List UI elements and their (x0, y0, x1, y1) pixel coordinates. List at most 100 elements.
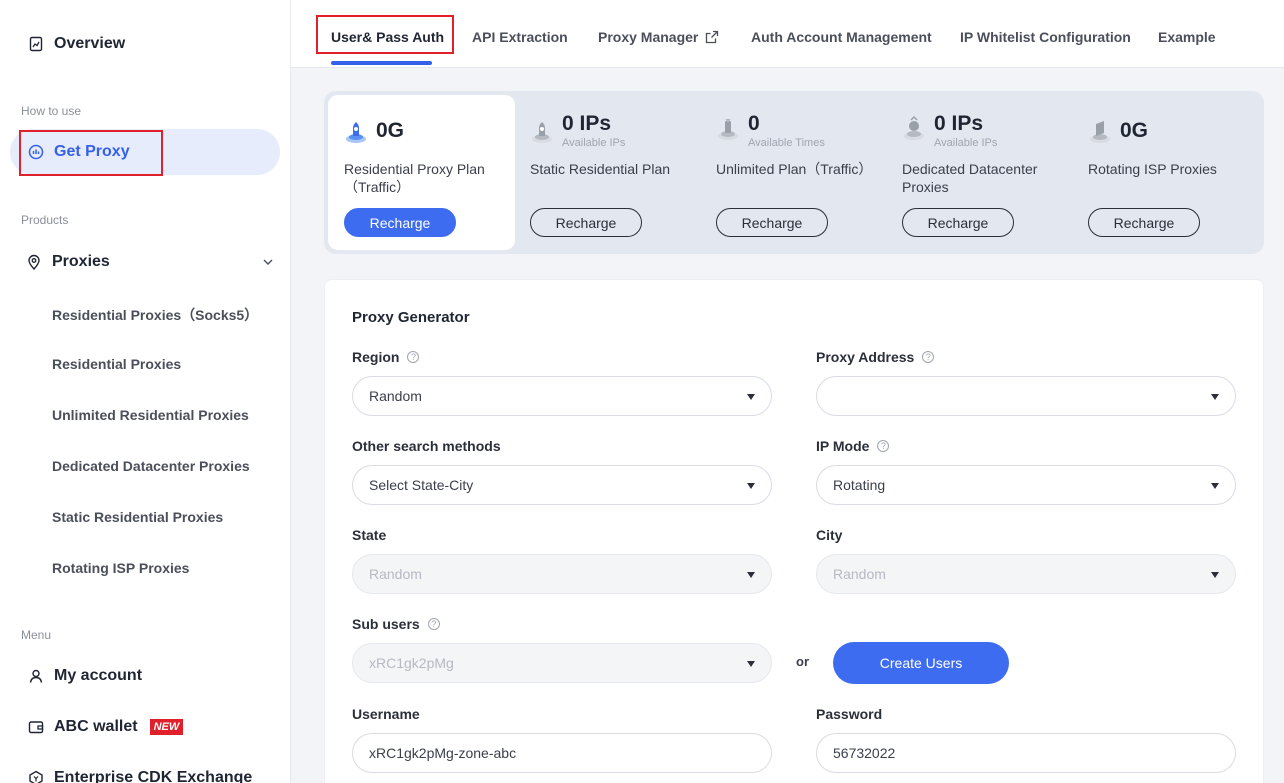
location-pin-icon (26, 254, 42, 270)
plan-static-icon (530, 118, 554, 144)
state-select[interactable]: Random (352, 554, 772, 594)
other-methods-select-value: Select State-City (369, 477, 474, 493)
plan-datacenter-value: 0 IPs (934, 112, 984, 135)
nav-overview-label: Overview (54, 35, 126, 52)
username-label: Username (352, 706, 420, 722)
plan-dedicated-datacenter[interactable]: 0 IPs Available IPs Dedicated Datacenter… (882, 91, 1068, 254)
plan-unlimited[interactable]: 0 Available Times Unlimited Plan（Traffic… (696, 91, 882, 254)
region-select-value: Random (369, 388, 422, 404)
wallet-icon (28, 719, 44, 735)
caret-down-icon (1211, 394, 1219, 400)
ip-mode-select-value: Rotating (833, 477, 886, 493)
plan-datacenter-name: Dedicated Datacenter Proxies (902, 161, 1038, 195)
tab-proxy-manager-label: Proxy Manager (598, 29, 699, 45)
recharge-residential-button[interactable]: Recharge (344, 208, 456, 237)
state-label-text: State (352, 527, 387, 543)
plan-static-name: Static Residential Plan (530, 161, 671, 177)
tab-proxy-manager[interactable]: Proxy Manager (598, 29, 720, 45)
sidebar-item-static-residential[interactable]: Static Residential Proxies (52, 509, 223, 525)
recharge-unlimited-button[interactable]: Recharge (716, 208, 828, 237)
caret-down-icon (747, 483, 755, 489)
tab-ip-whitelist[interactable]: IP Whitelist Configuration (960, 29, 1131, 45)
new-badge: NEW (149, 719, 184, 735)
plan-residential[interactable]: 0G Residential Proxy Plan（Traffic） Recha… (324, 91, 510, 254)
sidebar-item-dedicated-datacenter[interactable]: Dedicated Datacenter Proxies (52, 458, 250, 474)
recharge-datacenter-button[interactable]: Recharge (902, 208, 1014, 237)
sidebar-item-rotating-isp[interactable]: Rotating ISP Proxies (52, 560, 189, 576)
state-select-value: Random (369, 566, 422, 582)
plan-unlimited-sub: Available Times (748, 137, 825, 149)
ip-mode-select[interactable]: Rotating (816, 465, 1236, 505)
city-label-text: City (816, 527, 843, 543)
or-text: or (796, 654, 809, 669)
ip-mode-label: IP Mode ? (816, 438, 890, 454)
sidebar-item-residential[interactable]: Residential Proxies (52, 356, 181, 372)
nav-proxies[interactable]: Proxies (26, 250, 276, 274)
other-methods-select[interactable]: Select State-City (352, 465, 772, 505)
create-users-button[interactable]: Create Users (833, 642, 1009, 684)
password-label: Password (816, 706, 882, 722)
caret-down-icon (1211, 483, 1219, 489)
tab-auth-account-management[interactable]: Auth Account Management (751, 29, 932, 45)
caret-down-icon (747, 572, 755, 578)
username-field[interactable] (352, 733, 772, 773)
sub-users-select[interactable]: xRC1gk2pMg (352, 643, 772, 683)
nav-my-account-label: My account (54, 667, 143, 684)
tab-api-extraction[interactable]: API Extraction (472, 29, 568, 45)
recharge-isp-button[interactable]: Recharge (1088, 208, 1200, 237)
external-link-icon (704, 29, 720, 45)
help-icon[interactable]: ? (922, 351, 935, 363)
sidebar-item-residential-socks5[interactable]: Residential Proxies（Socks5） (52, 305, 258, 325)
sub-users-select-value: xRC1gk2pMg (369, 655, 454, 671)
city-select[interactable]: Random (816, 554, 1236, 594)
caret-down-icon (747, 661, 755, 667)
recharge-static-button[interactable]: Recharge (530, 208, 642, 237)
plan-static-sub: Available IPs (562, 137, 626, 149)
plan-rotating-isp[interactable]: 0G Rotating ISP Proxies Recharge (1068, 91, 1254, 254)
sub-users-label: Sub users ? (352, 616, 440, 632)
section-how-to-use: How to use (21, 104, 82, 118)
user-icon (28, 668, 44, 684)
chevron-down-icon[interactable] (260, 254, 276, 270)
proxy-address-label: Proxy Address ? (816, 349, 935, 365)
nav-my-account[interactable]: My account (28, 664, 142, 688)
help-icon[interactable]: ? (877, 440, 890, 452)
nav-overview[interactable]: Overview (28, 32, 125, 56)
help-icon[interactable]: ? (427, 618, 440, 630)
nav-wallet[interactable]: ABC wallet NEW (28, 715, 184, 739)
nav-cdk-exchange[interactable]: Enterprise CDK Exchange (28, 766, 252, 783)
plan-residential-icon (344, 118, 368, 144)
plan-static-residential[interactable]: 0 IPs Available IPs Static Residential P… (510, 91, 696, 254)
city-label: City (816, 527, 842, 543)
caret-down-icon (1211, 572, 1219, 578)
section-menu: Menu (21, 628, 52, 642)
region-label-text: Region (352, 349, 400, 365)
region-select[interactable]: Random (352, 376, 772, 416)
password-field[interactable] (816, 733, 1236, 773)
plan-residential-name: Residential Proxy Plan（Traffic） (344, 161, 485, 195)
nav-cdk-exchange-label: Enterprise CDK Exchange (54, 769, 253, 783)
active-tab-indicator (331, 61, 432, 65)
section-products: Products (21, 213, 69, 227)
username-label-text: Username (352, 706, 420, 722)
overview-icon (28, 36, 44, 52)
tab-example[interactable]: Example (1158, 29, 1216, 45)
plan-unlimited-value: 0 (748, 112, 760, 135)
region-label: Region ? (352, 349, 420, 365)
proxy-generator-title: Proxy Generator (352, 309, 470, 326)
plan-isp-name: Rotating ISP Proxies (1088, 161, 1217, 177)
proxy-address-select[interactable] (816, 376, 1236, 416)
plan-static-value: 0 IPs (562, 112, 612, 135)
sub-users-label-text: Sub users (352, 616, 420, 632)
cdk-exchange-icon (28, 770, 44, 783)
nav-wallet-label: ABC wallet (54, 718, 138, 735)
other-methods-label: Other search methods (352, 438, 501, 454)
plan-residential-value: 0G (376, 119, 405, 142)
sidebar-item-unlimited-residential[interactable]: Unlimited Residential Proxies (52, 407, 249, 423)
plan-unlimited-name: Unlimited Plan（Traffic） (716, 161, 873, 177)
proxy-generator-panel: Proxy Generator Region ? Random Proxy Ad… (324, 279, 1264, 783)
caret-down-icon (747, 394, 755, 400)
password-label-text: Password (816, 706, 883, 722)
help-icon[interactable]: ? (407, 351, 420, 363)
state-label: State (352, 527, 386, 543)
